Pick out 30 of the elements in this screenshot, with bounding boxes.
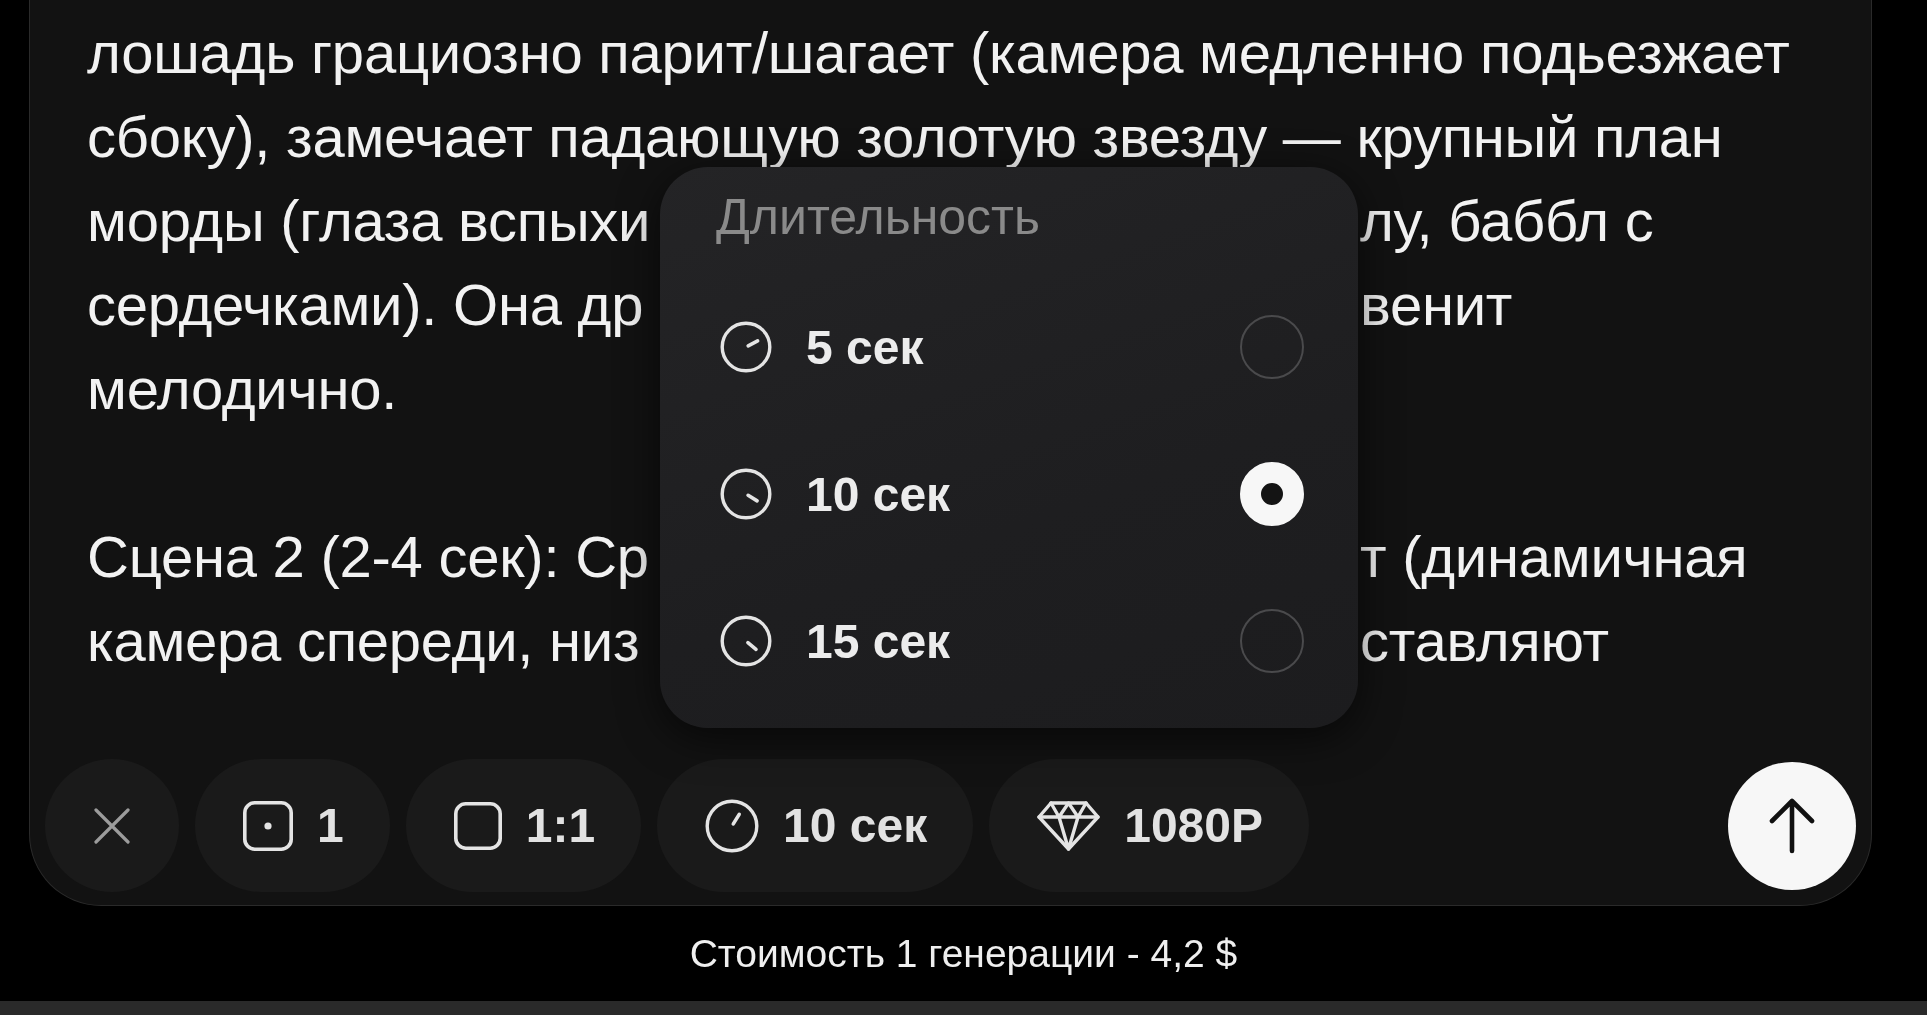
menu-option[interactable]: 10 сек bbox=[690, 439, 1328, 549]
prompt-text: сердечками). Она др bbox=[87, 272, 645, 338]
menu-option[interactable]: 15 сек bbox=[690, 586, 1328, 696]
aspect-ratio-selector[interactable]: 1:1 bbox=[405, 759, 642, 892]
timer-icon bbox=[705, 798, 760, 853]
prompt-text: ставляют bbox=[1360, 608, 1610, 674]
prompt-text: лу, баббл с bbox=[1360, 188, 1655, 254]
close-icon bbox=[94, 807, 130, 844]
arrow-up-icon bbox=[1768, 797, 1816, 854]
menu-option[interactable]: 5 сек bbox=[690, 292, 1328, 402]
menu-title: Длительность bbox=[716, 188, 1042, 247]
cost-note: Стоимость 1 генерации - 4,2 $ bbox=[689, 931, 1238, 976]
timer-icon bbox=[720, 615, 772, 667]
duration-selector[interactable]: 10 сек bbox=[657, 759, 974, 892]
prompt-text: камера спереди, низ bbox=[87, 608, 641, 674]
prompt-text: венит bbox=[1360, 272, 1514, 338]
radio-button[interactable] bbox=[1240, 315, 1304, 379]
prompt-text: мелодично. bbox=[87, 356, 399, 422]
prompt-text: лошадь грациозно парит/шагает (камера медленно подьезжает bbox=[87, 20, 1791, 86]
radio-button[interactable] bbox=[1240, 609, 1304, 673]
square-icon bbox=[453, 801, 502, 850]
resolution-selector[interactable]: 1080P bbox=[989, 759, 1309, 892]
prompt-text: т (динамичная bbox=[1360, 524, 1749, 590]
timer-icon bbox=[720, 468, 772, 520]
prompt-text: морды (глаза вспыхи bbox=[87, 188, 652, 254]
count-selector[interactable]: 1 bbox=[195, 759, 390, 892]
prompt-text: сбоку), замечает падающую золотую звезду — крупный план bbox=[87, 104, 1724, 170]
diamond-icon bbox=[1037, 800, 1101, 851]
prompt-text: Сцена 2 (2-4 сек): Ср bbox=[87, 524, 650, 590]
timer-icon bbox=[720, 321, 772, 373]
